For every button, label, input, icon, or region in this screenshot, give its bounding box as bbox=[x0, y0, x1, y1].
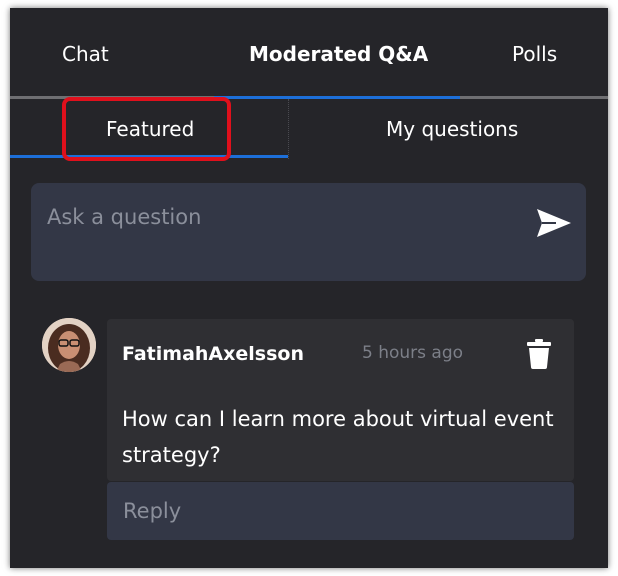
question-text: How can I learn more about virtual event… bbox=[122, 407, 554, 467]
question-timestamp: 5 hours ago bbox=[362, 343, 464, 363]
featured-highlight-box bbox=[62, 97, 231, 161]
tab-moderated-qa[interactable]: Moderated Q&A bbox=[249, 42, 428, 66]
reply-box bbox=[107, 482, 574, 540]
avatar bbox=[42, 318, 96, 372]
reply-input[interactable] bbox=[123, 494, 553, 528]
qa-panel: Chat Moderated Q&A Polls Featured My que… bbox=[10, 8, 608, 568]
tab-polls[interactable]: Polls bbox=[512, 42, 557, 66]
send-icon[interactable] bbox=[536, 207, 572, 239]
ask-question-input[interactable] bbox=[47, 199, 517, 235]
main-tabs: Chat Moderated Q&A Polls bbox=[10, 8, 608, 100]
subtab-divider bbox=[288, 99, 289, 159]
tab-my-questions[interactable]: My questions bbox=[386, 117, 518, 141]
question-author: FatimahAxelsson bbox=[122, 343, 304, 365]
tab-chat[interactable]: Chat bbox=[62, 42, 109, 66]
ask-question-box bbox=[31, 183, 586, 281]
question-card: FatimahAxelsson 5 hours ago How can I le… bbox=[107, 319, 574, 481]
trash-icon[interactable] bbox=[527, 339, 551, 369]
